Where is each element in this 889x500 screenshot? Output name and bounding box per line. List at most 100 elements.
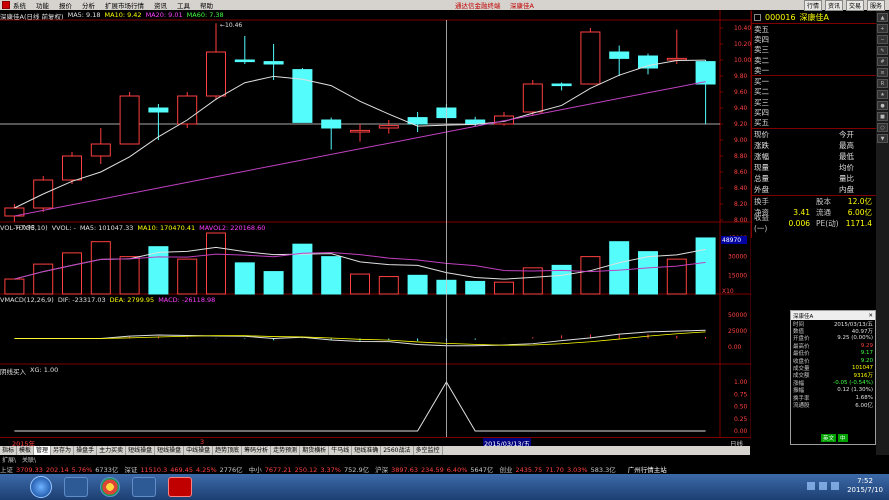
- kline-chart[interactable]: ←10.46←7.98 10.40 10.20 10.00 9.80 9.60 9.40 9…: [0, 0, 751, 437]
- bottom-row: 换手 股本 12.0亿: [752, 196, 876, 207]
- indicator-tab[interactable]: 多空监控: [414, 446, 443, 455]
- taskbar-paint-icon[interactable]: [132, 477, 156, 497]
- toolbar-dot-icon[interactable]: ●: [877, 101, 888, 110]
- bar-info-window[interactable]: 深康佳A ✕ 时间 2015/03/13/五 数值 40.97万 开盘价 9.25 (0.…: [790, 310, 876, 445]
- float-value: 6.00亿: [847, 207, 872, 217]
- price-tick-label: 9.60: [734, 89, 748, 96]
- ticker-index[interactable]: 深证 11510.3 469.45 4.25% 2776亿: [124, 464, 245, 474]
- tab-extended[interactable]: 扩展\: [2, 455, 16, 464]
- toolbar-arrow-down-icon[interactable]: ▼: [877, 134, 888, 143]
- indicator-tab[interactable]: 管理: [34, 446, 52, 455]
- ticker-up: 202.14: [45, 466, 69, 474]
- ticker-up: 3.37%: [320, 466, 341, 474]
- candle-body: [90, 143, 111, 157]
- sell-level-3: 卖三: [754, 45, 769, 55]
- macd-dea: DEA: 2799.95: [109, 296, 155, 304]
- quote-toggle-icon[interactable]: [754, 13, 761, 21]
- signal-tick-label: 0.25: [734, 416, 748, 423]
- candle-body: [61, 155, 83, 181]
- ticker-index[interactable]: 创业 2435.75 71.70 3.03% 583.3亿: [499, 464, 618, 474]
- toolbar-square-icon[interactable]: ■: [877, 112, 888, 121]
- macd-panel-title: VMACD(12,26,9) DIF: -23317.03 DEA: 2799.…: [0, 296, 215, 304]
- pe-value: 1171.4: [845, 218, 872, 228]
- close-icon[interactable]: ✕: [868, 313, 873, 319]
- english-button[interactable]: 英文: [821, 434, 837, 442]
- stat-high-label: 最高: [839, 140, 854, 150]
- ticker-index[interactable]: 中小 7677.21 250.12 3.37% 752.9亿: [249, 464, 372, 474]
- indicator-tab[interactable]: 主力买卖: [97, 446, 127, 455]
- toolbar-zoom-out-icon[interactable]: −: [877, 35, 888, 44]
- candle-body: [378, 125, 399, 129]
- vol-ma5: MA5: 101047.33: [79, 224, 134, 232]
- info-window-title[interactable]: 深康佳A ✕: [791, 311, 875, 320]
- taskbar-tdx-icon[interactable]: [168, 477, 192, 497]
- indicator-tabs: 指标 模板 管理 另存为 操盘手 主力买卖 短线操盘 短线操盘 中线操盘 趋势顶底 筹码分析 走势预测…: [0, 446, 750, 455]
- vol-top-label: 48970: [722, 237, 741, 244]
- indicator-tab[interactable]: 操盘手: [74, 446, 98, 455]
- indicator-tab[interactable]: 短线操盘: [155, 446, 185, 455]
- top-right-tools: 行情 资讯 交易 服务: [803, 0, 885, 11]
- chinese-button[interactable]: 中: [838, 434, 848, 442]
- taskbar-explorer-icon[interactable]: [64, 477, 88, 497]
- indicator-tab[interactable]: 2560战法: [381, 446, 414, 455]
- tool-news-button[interactable]: 资讯: [824, 0, 843, 11]
- indicator-tab[interactable]: 模板: [17, 446, 35, 455]
- tray-volume-icon[interactable]: [819, 482, 827, 490]
- buy-levels: 买一 买二 买三 买四 买五: [752, 75, 876, 127]
- info-row-value: 9.29: [860, 342, 873, 349]
- stat-pct-label: 涨幅: [754, 151, 769, 161]
- candle-body: [609, 51, 630, 59]
- volume-bar: [33, 263, 54, 295]
- ticker-index[interactable]: 沪深 3897.63 234.59 6.40% 5647亿: [375, 464, 496, 474]
- signal-tick-label: 0.75: [734, 391, 748, 398]
- tool-quote-button[interactable]: 行情: [803, 0, 822, 11]
- tray-network-icon[interactable]: [807, 482, 815, 490]
- candle-body: [349, 129, 371, 133]
- toolbar-grid-icon[interactable]: #: [877, 57, 888, 66]
- toolbar-rsi-icon[interactable]: R: [877, 79, 888, 88]
- sell-level-1: 卖一: [754, 65, 769, 75]
- quote-stock-code: 000016: [765, 12, 796, 22]
- indicator-tab[interactable]: 中线操盘: [184, 446, 214, 455]
- indicator-tab[interactable]: 指标: [0, 446, 18, 455]
- stat-row: 涨跌 最高: [752, 140, 876, 151]
- volume-bar: [493, 281, 515, 295]
- volume-bar: [465, 280, 486, 295]
- toolbar-circle-icon[interactable]: ○: [877, 123, 888, 132]
- turnover-label: 换手: [754, 196, 769, 206]
- indicator-tab[interactable]: 短线操盘: [126, 446, 156, 455]
- tool-trade-button[interactable]: 交易: [845, 0, 864, 11]
- indicator-tab[interactable]: 短线准确: [352, 446, 382, 455]
- indicator-tab[interactable]: 期货横析: [300, 446, 330, 455]
- candle-body: [580, 31, 601, 85]
- signal-tick-label: 0.00: [734, 428, 748, 435]
- toolbar-star-icon[interactable]: ★: [877, 90, 888, 99]
- macd-title: VMACD(12,26,9): [0, 296, 54, 304]
- volume-bar: [522, 267, 543, 295]
- tool-service-button[interactable]: 服务: [866, 0, 885, 11]
- indicator-tab[interactable]: 趋势顶底: [213, 446, 243, 455]
- eps-value: 0.006: [788, 218, 810, 228]
- toolbar-list-icon[interactable]: ≡: [877, 68, 888, 77]
- toolbar-zoom-icon[interactable]: +: [877, 24, 888, 33]
- ticker-up: 7677.21: [264, 466, 292, 474]
- indicator-tab[interactable]: 另存为: [51, 446, 75, 455]
- price-tick-label: 8.00: [734, 217, 748, 224]
- date-axis: 2015年 3 2015/03/13/五 日线: [0, 437, 751, 448]
- ticker-index[interactable]: 上证 3709.33 202.14 5.76% 6733亿: [0, 464, 121, 474]
- ticker-amt: 2776亿: [219, 466, 243, 474]
- toolbar-arrow-icon[interactable]: ▲: [877, 13, 888, 22]
- indicator-tab[interactable]: 筹码分析: [242, 446, 272, 455]
- tab-related[interactable]: 关联\: [22, 455, 36, 464]
- volume-bar: [378, 276, 399, 295]
- candle-body: [522, 83, 543, 113]
- info-row-value: 40.97万: [851, 329, 873, 336]
- candle-body: [263, 61, 284, 65]
- indicator-tab[interactable]: 走势预测: [271, 446, 301, 455]
- indicator-tab[interactable]: 牛马线: [329, 446, 353, 455]
- toolbar-draw-icon[interactable]: ✎: [877, 46, 888, 55]
- start-button-icon[interactable]: [30, 476, 52, 498]
- clock[interactable]: 7:52 2015/7/10: [847, 477, 883, 495]
- taskbar-chrome-icon[interactable]: [100, 477, 120, 497]
- tray-flag-icon[interactable]: [831, 482, 839, 490]
